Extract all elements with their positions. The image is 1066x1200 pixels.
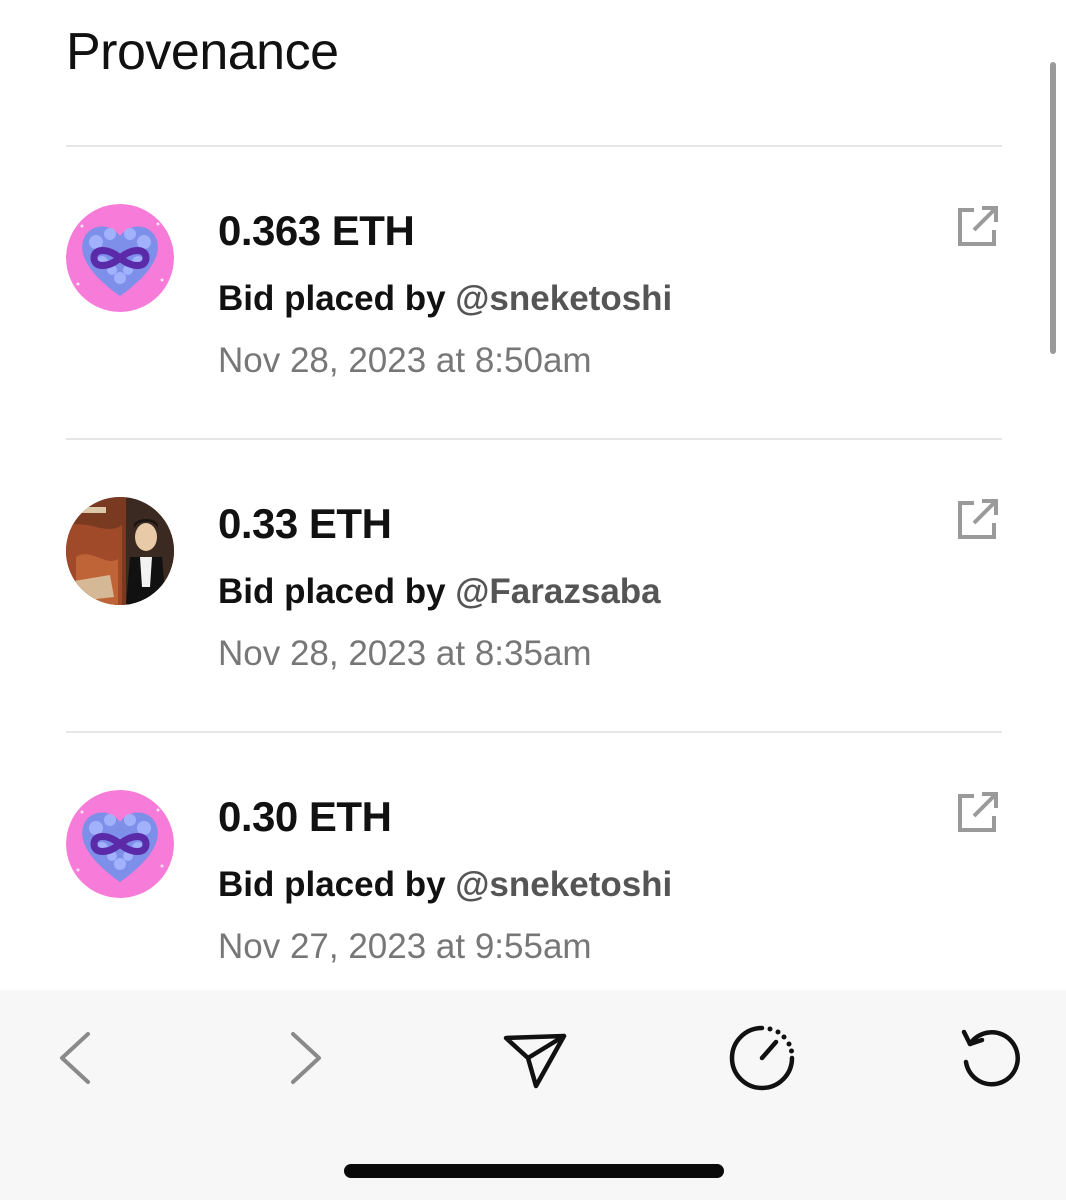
- external-link-icon[interactable]: [954, 495, 1002, 543]
- provenance-screen: Provenance 0.363 ETH Bid placed by @snek…: [0, 0, 1066, 1200]
- send-icon[interactable]: [494, 1018, 574, 1098]
- forward-icon[interactable]: [265, 1018, 345, 1098]
- bid-date: Nov 28, 2023 at 8:35am: [218, 634, 592, 673]
- reload-icon[interactable]: [950, 1018, 1030, 1098]
- bid-date: Nov 27, 2023 at 9:55am: [218, 927, 592, 966]
- page-title: Provenance: [66, 23, 339, 81]
- bidder-handle-link[interactable]: @sneketoshi: [455, 279, 672, 318]
- bid-date: Nov 28, 2023 at 8:50am: [218, 341, 592, 380]
- bid-amount: 0.30 ETH: [218, 793, 392, 840]
- painting-portrait-avatar[interactable]: [66, 497, 174, 605]
- bid-byline: Bid placed by @Farazsaba: [218, 572, 661, 612]
- back-icon[interactable]: [36, 1018, 116, 1098]
- bid-row[interactable]: 0.30 ETH Bid placed by @sneketoshi Nov 2…: [0, 733, 1066, 990]
- bid-prefix: Bid placed by: [218, 865, 446, 904]
- provenance-list-area[interactable]: Provenance 0.363 ETH Bid placed by @snek…: [0, 0, 1066, 990]
- bid-prefix: Bid placed by: [218, 279, 446, 318]
- bid-byline: Bid placed by @sneketoshi: [218, 865, 672, 905]
- bid-byline: Bid placed by @sneketoshi: [218, 279, 672, 319]
- bid-row[interactable]: 0.33 ETH Bid placed by @Farazsaba Nov 28…: [0, 440, 1066, 733]
- timer-icon[interactable]: [722, 1018, 802, 1098]
- bid-amount: 0.33 ETH: [218, 500, 392, 547]
- vertical-scrollbar[interactable]: [1050, 62, 1056, 354]
- external-link-icon[interactable]: [954, 788, 1002, 836]
- home-indicator[interactable]: [344, 1164, 724, 1178]
- bid-row[interactable]: 0.363 ETH Bid placed by @sneketoshi Nov …: [0, 147, 1066, 440]
- external-link-icon[interactable]: [954, 202, 1002, 250]
- bid-amount: 0.363 ETH: [218, 207, 415, 254]
- heart-infinity-avatar[interactable]: [66, 204, 174, 312]
- bidder-handle-link[interactable]: @sneketoshi: [455, 865, 672, 904]
- bid-prefix: Bid placed by: [218, 572, 446, 611]
- heart-infinity-avatar[interactable]: [66, 790, 174, 898]
- bidder-handle-link[interactable]: @Farazsaba: [455, 572, 660, 611]
